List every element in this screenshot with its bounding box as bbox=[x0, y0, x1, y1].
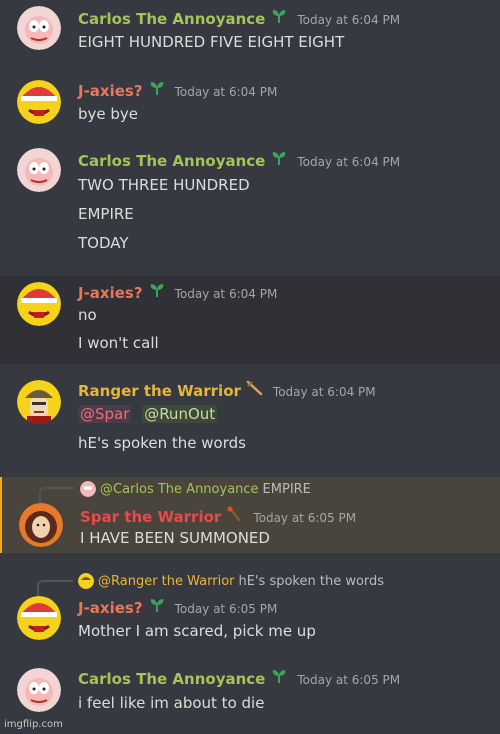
message-text: I HAVE BEEN SUMMONED bbox=[80, 529, 270, 547]
reply-author[interactable]: @Ranger the Warrior bbox=[98, 574, 235, 589]
message-text: hE's spoken the words bbox=[78, 434, 246, 452]
message: Carlos The Annoyance Today at 6:05 PM i … bbox=[0, 660, 500, 724]
username[interactable]: J-axies? bbox=[78, 82, 143, 100]
message: J-axies? Today at 6:04 PM bye bye bbox=[0, 72, 500, 136]
torch-badge-icon bbox=[226, 506, 244, 522]
message: J-axies? Today at 6:04 PM no I won't cal… bbox=[0, 276, 500, 364]
avatar-jaxies[interactable] bbox=[17, 596, 61, 640]
timestamp: Today at 6:05 PM bbox=[253, 511, 357, 525]
timestamp: Today at 6:04 PM bbox=[297, 155, 401, 169]
mentions-line: @Spar @RunOut bbox=[78, 405, 218, 423]
timestamp: Today at 6:04 PM bbox=[174, 287, 278, 301]
sprout-badge-icon bbox=[270, 668, 288, 684]
sprout-badge-icon bbox=[270, 8, 288, 24]
username[interactable]: Carlos The Annoyance bbox=[78, 152, 265, 170]
reply-author[interactable]: @Carlos The Annoyance bbox=[100, 482, 259, 497]
avatar-carlos[interactable] bbox=[17, 668, 61, 712]
reply-preview[interactable]: @Ranger the Warrior hE's spoken the word… bbox=[78, 573, 384, 589]
username[interactable]: Spar the Warrior bbox=[80, 508, 221, 526]
avatar-carlos[interactable] bbox=[17, 6, 61, 50]
message: @Carlos The Annoyance EMPIRE Spar the Wa… bbox=[0, 477, 500, 553]
message-text: no bbox=[78, 306, 97, 324]
avatar-jaxies[interactable] bbox=[17, 80, 61, 124]
timestamp: Today at 6:04 PM bbox=[297, 13, 401, 27]
message-text: I won't call bbox=[78, 334, 159, 352]
message: Carlos The Annoyance Today at 6:04 PM TW… bbox=[0, 142, 500, 262]
reply-spine bbox=[37, 580, 73, 596]
message-text: EMPIRE bbox=[78, 205, 134, 223]
mention-spar[interactable]: @Spar bbox=[78, 405, 132, 423]
username[interactable]: J-axies? bbox=[78, 284, 143, 302]
message-text: TODAY bbox=[78, 234, 129, 252]
username[interactable]: Carlos The Annoyance bbox=[78, 10, 265, 28]
timestamp: Today at 6:05 PM bbox=[297, 673, 401, 687]
message-text: EIGHT HUNDRED FIVE EIGHT EIGHT bbox=[78, 33, 345, 51]
timestamp: Today at 6:05 PM bbox=[174, 602, 278, 616]
message: Ranger the Warrior Today at 6:04 PM @Spa… bbox=[0, 372, 500, 470]
watermark: imgflip.com bbox=[4, 719, 63, 730]
reply-preview[interactable]: @Carlos The Annoyance EMPIRE bbox=[80, 481, 311, 497]
username[interactable]: Carlos The Annoyance bbox=[78, 670, 265, 688]
message-text: i feel like im about to die bbox=[78, 694, 265, 712]
message: @Ranger the Warrior hE's spoken the word… bbox=[0, 570, 500, 650]
timestamp: Today at 6:04 PM bbox=[174, 85, 278, 99]
username[interactable]: J-axies? bbox=[78, 599, 143, 617]
avatar-jaxies[interactable] bbox=[17, 282, 61, 326]
reply-avatar bbox=[78, 573, 94, 589]
sword-badge-icon bbox=[246, 380, 264, 396]
sprout-badge-icon bbox=[148, 80, 166, 96]
reply-spine bbox=[39, 487, 75, 503]
reply-avatar bbox=[80, 481, 96, 497]
mention-runout[interactable]: @RunOut bbox=[142, 405, 218, 423]
message-text: TWO THREE HUNDRED bbox=[78, 176, 250, 194]
avatar-spar[interactable] bbox=[19, 503, 63, 547]
reply-text: EMPIRE bbox=[262, 481, 311, 497]
message-text: Mother I am scared, pick me up bbox=[78, 622, 316, 640]
sprout-badge-icon bbox=[148, 282, 166, 298]
avatar-carlos[interactable] bbox=[17, 148, 61, 192]
message: Carlos The Annoyance Today at 6:04 PM EI… bbox=[0, 0, 500, 64]
sprout-badge-icon bbox=[148, 597, 166, 613]
reply-text: hE's spoken the words bbox=[238, 573, 385, 589]
timestamp: Today at 6:04 PM bbox=[272, 385, 376, 399]
avatar-ranger[interactable] bbox=[17, 380, 61, 424]
sprout-badge-icon bbox=[270, 150, 288, 166]
message-text: bye bye bbox=[78, 105, 139, 123]
username[interactable]: Ranger the Warrior bbox=[78, 382, 241, 400]
